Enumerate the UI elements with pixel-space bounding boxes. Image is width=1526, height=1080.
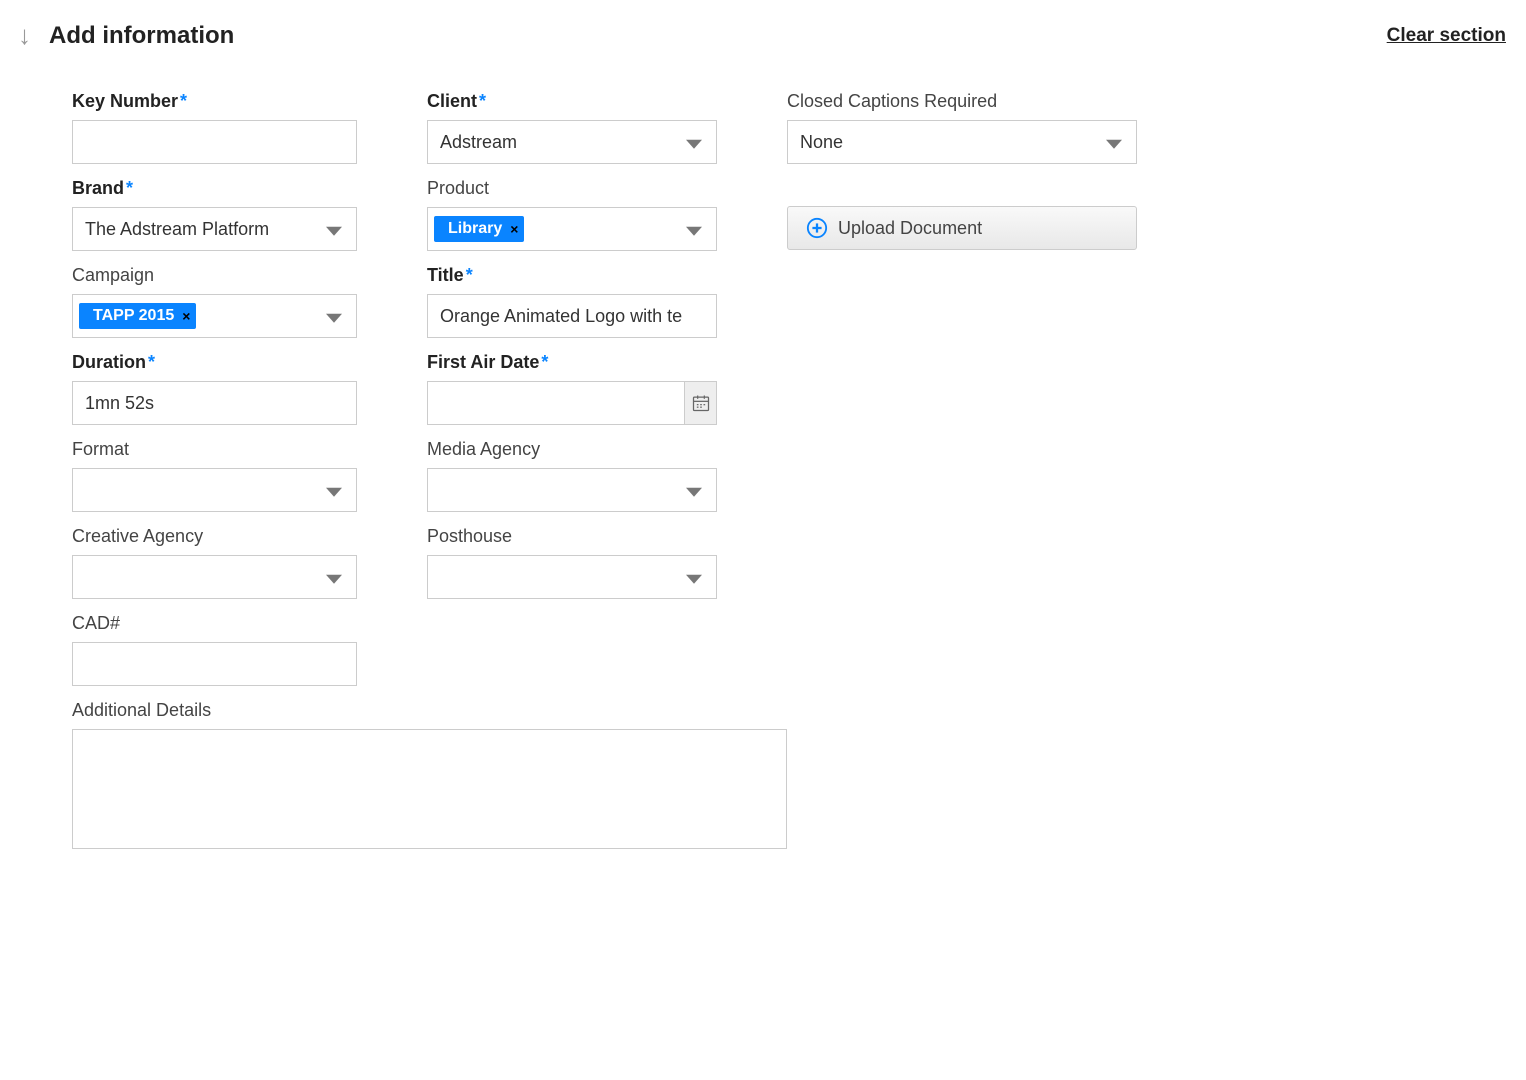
remove-tag-icon[interactable]: × [182,308,190,324]
required-star: * [148,352,155,372]
arrow-down-icon[interactable]: ↓ [18,20,31,51]
form-column-1: Key Number* Brand* The Adstream Platform… [72,91,357,868]
required-star: * [126,178,133,198]
label-text: Title [427,265,464,285]
required-star: * [541,352,548,372]
first-air-date-input[interactable] [427,381,684,425]
format-label: Format [72,439,357,460]
field-first-air-date: First Air Date* [427,352,717,425]
creative-agency-select[interactable] [72,555,357,599]
brand-label: Brand* [72,178,357,199]
format-select[interactable] [72,468,357,512]
campaign-select[interactable]: TAPP 2015 × [72,294,357,338]
page-title: Add information [49,22,234,50]
field-campaign: Campaign TAPP 2015 × [72,265,357,338]
section-header: ↓ Add information Clear section [0,20,1526,91]
client-label: Client* [427,91,717,112]
remove-tag-icon[interactable]: × [510,221,518,237]
field-duration: Duration* [72,352,357,425]
field-creative-agency: Creative Agency [72,526,357,599]
campaign-label: Campaign [72,265,357,286]
label-text: Brand [72,178,124,198]
field-cad: CAD# [72,613,357,686]
product-tag: Library × [434,216,524,242]
field-product: Product Library × [427,178,717,251]
form-column-2: Client* Adstream Product Library × Title… [427,91,717,868]
duration-input[interactable] [72,381,357,425]
brand-select[interactable]: The Adstream Platform [72,207,357,251]
calendar-button[interactable] [684,381,717,425]
field-media-agency: Media Agency [427,439,717,512]
form-column-3: Closed Captions Required None Upload Doc… [787,91,1137,868]
key-number-label: Key Number* [72,91,357,112]
field-title: Title* [427,265,717,338]
duration-label: Duration* [72,352,357,373]
label-text: Duration [72,352,146,372]
posthouse-label: Posthouse [427,526,717,547]
required-star: * [479,91,486,111]
date-wrap [427,381,717,425]
media-agency-label: Media Agency [427,439,717,460]
cad-input[interactable] [72,642,357,686]
campaign-tag: TAPP 2015 × [79,303,196,329]
field-posthouse: Posthouse [427,526,717,599]
product-label: Product [427,178,717,199]
closed-captions-label: Closed Captions Required [787,91,1137,112]
campaign-tag-text: TAPP 2015 [93,307,174,325]
media-agency-select[interactable] [427,468,717,512]
title-input[interactable] [427,294,717,338]
required-star: * [466,265,473,285]
brand-value: The Adstream Platform [85,219,269,240]
form-container: Key Number* Brand* The Adstream Platform… [0,91,1526,868]
clear-section-link[interactable]: Clear section [1387,25,1506,47]
upload-document-button[interactable]: Upload Document [787,206,1137,250]
calendar-icon [691,393,711,413]
title-label: Title* [427,265,717,286]
key-number-input[interactable] [72,120,357,164]
field-key-number: Key Number* [72,91,357,164]
client-value: Adstream [440,132,517,153]
field-format: Format [72,439,357,512]
label-text: First Air Date [427,352,539,372]
posthouse-select[interactable] [427,555,717,599]
label-text: Client [427,91,477,111]
creative-agency-label: Creative Agency [72,526,357,547]
closed-captions-value: None [800,132,843,153]
client-select[interactable]: Adstream [427,120,717,164]
label-text: Key Number [72,91,178,111]
cad-label: CAD# [72,613,357,634]
header-left: ↓ Add information [18,20,234,51]
field-brand: Brand* The Adstream Platform [72,178,357,251]
field-client: Client* Adstream [427,91,717,164]
product-tag-text: Library [448,220,502,238]
product-select[interactable]: Library × [427,207,717,251]
upload-icon [806,217,828,239]
first-air-date-label: First Air Date* [427,352,717,373]
upload-button-label: Upload Document [838,218,982,239]
required-star: * [180,91,187,111]
closed-captions-select[interactable]: None [787,120,1137,164]
field-closed-captions: Closed Captions Required None [787,91,1137,164]
